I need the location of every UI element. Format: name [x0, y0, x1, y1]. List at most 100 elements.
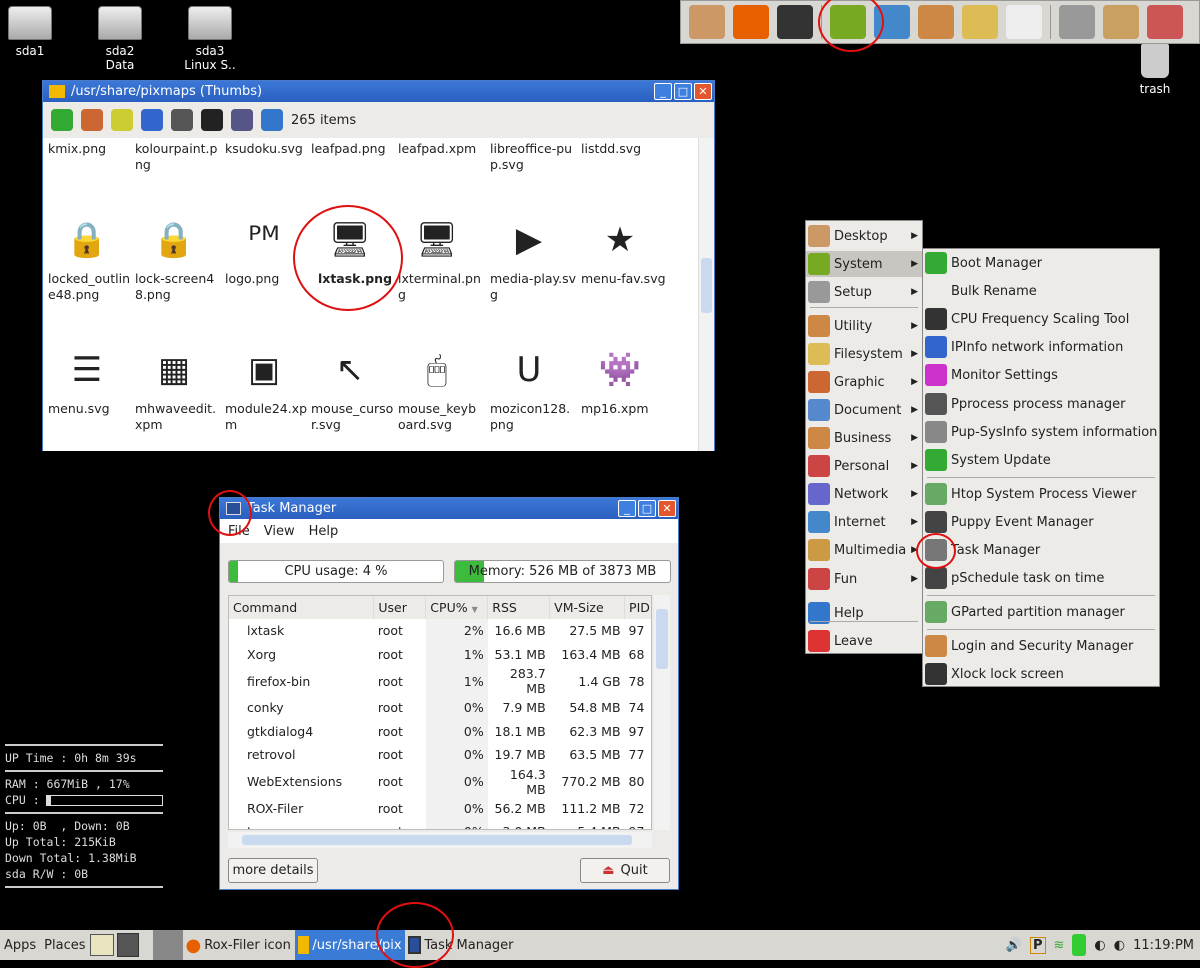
task-button-firefox[interactable]: ● Rox-Filer icon [183, 930, 295, 960]
file-thumbnail-icon[interactable]: ▦ [150, 346, 198, 394]
submenu-item-boot-manager[interactable]: Boot Manager [923, 250, 1159, 276]
column-header-pid[interactable]: PID [624, 596, 651, 619]
file-thumbnail-icon[interactable]: ★ [596, 216, 644, 264]
file-thumbnail-icon[interactable]: ▣ [240, 346, 288, 394]
file-thumbnail-icon[interactable]: ↖ [326, 346, 374, 394]
file-thumbnail-icon[interactable]: U [505, 346, 553, 394]
cut-icon[interactable] [1147, 5, 1183, 39]
maximize-button[interactable]: □ [674, 83, 692, 100]
home-icon[interactable] [81, 109, 103, 131]
drive-sda1[interactable]: sda1 [0, 6, 65, 58]
file-item[interactable]: lxterminal.pn g [398, 271, 486, 303]
menu-item-personal[interactable]: Personal ▶ [806, 453, 922, 479]
file-item[interactable]: lock-screen48.png [135, 271, 223, 303]
file-item[interactable]: module24.xp m [225, 401, 313, 433]
quit-button[interactable]: ⏏ Quit [580, 858, 670, 883]
menu-item-internet[interactable]: Internet ▶ [806, 509, 922, 535]
menu-item-leave[interactable]: Leave [806, 628, 922, 654]
submenu-item-xlock-lock-screen[interactable]: Xlock lock screen [923, 661, 1159, 687]
submenu-item-ipinfo-network-information[interactable]: IPInfo network information [923, 334, 1159, 360]
menu-help[interactable]: Help [309, 524, 339, 539]
vertical-scrollbar[interactable] [698, 138, 714, 451]
night-mode-icon[interactable]: ◐ [1114, 938, 1125, 953]
close-button[interactable]: ✕ [694, 83, 712, 100]
file-item[interactable]: leafpad.xpm [398, 141, 486, 157]
file-thumbnail-icon[interactable]: 🔒 [150, 216, 198, 264]
show-desktop-icon[interactable] [89, 934, 114, 956]
submenu-item-pup-sysinfo-system-information[interactable]: Pup-SysInfo system information [923, 419, 1159, 445]
menu-item-graphic[interactable]: Graphic ▶ [806, 369, 922, 395]
horizontal-scrollbar[interactable] [228, 832, 652, 848]
menu-item-network[interactable]: Network ▶ [806, 481, 922, 507]
title-bar[interactable]: Task Manager _ □ ✕ [220, 498, 678, 519]
file-item[interactable]: mhwaveedit. xpm [135, 401, 223, 433]
table-row[interactable]: tasroot0%3.0 MB5.4 MB97 [229, 820, 651, 829]
scrollbar-thumb[interactable] [656, 609, 668, 669]
package-icon[interactable] [1103, 5, 1139, 39]
column-header-command[interactable]: Command [229, 596, 375, 619]
file-item[interactable]: libreoffice-pup.svg [490, 141, 578, 173]
table-row[interactable]: Xorg root 1% 53.1 MB 163.4 MB 68 [229, 642, 651, 666]
wifi-icon[interactable]: ≋ [1054, 938, 1065, 953]
file-item[interactable]: leafpad.png [311, 141, 399, 157]
brightness-icon[interactable]: ◐ [1094, 938, 1105, 953]
home-icon[interactable] [689, 5, 725, 39]
firefox-icon[interactable] [733, 5, 769, 39]
menu-item-help[interactable]: Help [806, 600, 922, 626]
document-icon[interactable] [1006, 5, 1042, 39]
submenu-item-monitor-settings[interactable]: Monitor Settings [923, 362, 1159, 388]
table-row[interactable]: retrovol root 0% 19.7 MB 63.5 MB 77 [229, 743, 651, 767]
file-item[interactable]: locked_outlin e48.png [48, 271, 136, 303]
minimize-button[interactable]: _ [618, 500, 636, 517]
menu-item-multimedia[interactable]: Multimedia ▶ [806, 537, 922, 563]
plus-icon[interactable] [261, 109, 283, 131]
spreadsheet-icon[interactable] [918, 5, 954, 39]
submenu-item-gparted-partition-manager[interactable]: GParted partition manager [923, 599, 1159, 625]
menu-item-desktop[interactable]: Desktop ▶ [806, 223, 922, 249]
file-item[interactable]: mp16.xpm [581, 401, 669, 417]
file-item[interactable]: menu-fav.svg [581, 271, 669, 287]
maximize-button[interactable]: □ [638, 500, 656, 517]
file-thumbnail-icon[interactable]: 👾 [596, 346, 644, 394]
table-row[interactable]: ROX-Filer root 0% 56.2 MB 111.2 MB 72 [229, 796, 651, 820]
menu-item-document[interactable]: Document ▶ [806, 397, 922, 423]
title-bar[interactable]: /usr/share/pixmaps (Thumbs) _ □ ✕ [43, 81, 714, 102]
file-thumbnail-icon[interactable]: ☰ [63, 346, 111, 394]
file-item[interactable]: menu.svg [48, 401, 136, 417]
table-row[interactable]: lxtask root 2% 16.6 MB 27.5 MB 97 [229, 619, 651, 643]
table-row[interactable]: gtkdialog4 root 0% 18.1 MB 62.3 MB 97 [229, 719, 651, 743]
file-thumbnail-icon[interactable]: 🖱 [413, 346, 461, 394]
file-item[interactable]: listdd.svg [581, 141, 669, 157]
column-header-cpu[interactable]: CPU% ▼ [425, 596, 489, 619]
puppy-icon[interactable]: P [1029, 936, 1046, 954]
column-header-user[interactable]: User [373, 596, 427, 619]
submenu-item-bulk-rename[interactable]: Bulk Rename [923, 278, 1159, 304]
table-row[interactable]: firefox-bin root 1% 283.7 MB 1.4 GB 78 [229, 666, 651, 696]
drive-sda3[interactable]: sda3 Linux S.. [175, 6, 245, 72]
zoom-icon[interactable] [171, 109, 193, 131]
file-item[interactable]: kmix.png [48, 141, 136, 157]
file-thumbnail-icon[interactable]: ᴾᴹ [240, 216, 288, 264]
scrollbar-thumb[interactable] [701, 258, 712, 313]
terminal-icon[interactable] [777, 5, 813, 39]
file-item[interactable]: mouse_keyb oard.svg [398, 401, 486, 433]
file-thumbnail-icon[interactable]: 🔒 [63, 216, 111, 264]
menu-item-fun[interactable]: Fun ▶ [806, 566, 922, 592]
column-header-rss[interactable]: RSS [487, 596, 551, 619]
submenu-item-cpu-frequency-scaling-tool[interactable]: CPU Frequency Scaling Tool [923, 306, 1159, 332]
scrollbar-thumb[interactable] [242, 835, 632, 845]
close-button[interactable]: ✕ [658, 500, 676, 517]
table-row[interactable]: WebExtensions root 0% 164.3 MB 770.2 MB 80 [229, 766, 651, 797]
places-menu[interactable]: Places [40, 938, 89, 953]
file-thumbnail-icon[interactable]: 🖥 [413, 216, 461, 264]
volume-icon[interactable]: 🔊 [1006, 938, 1022, 953]
table-row[interactable]: conky root 0% 7.9 MB 54.8 MB 74 [229, 696, 651, 720]
vertical-scrollbar[interactable] [654, 595, 670, 830]
menu-item-utility[interactable]: Utility ▶ [806, 313, 922, 339]
list-view-icon[interactable] [231, 109, 253, 131]
menu-item-system[interactable]: System ▶ [806, 251, 922, 277]
menu-view[interactable]: View [264, 524, 295, 539]
submenu-item-htop-system-process-viewer[interactable]: Htop System Process Viewer [923, 481, 1159, 507]
file-thumbnail-icon[interactable]: ▶ [505, 216, 553, 264]
column-header-vmsize[interactable]: VM-Size [549, 596, 626, 619]
